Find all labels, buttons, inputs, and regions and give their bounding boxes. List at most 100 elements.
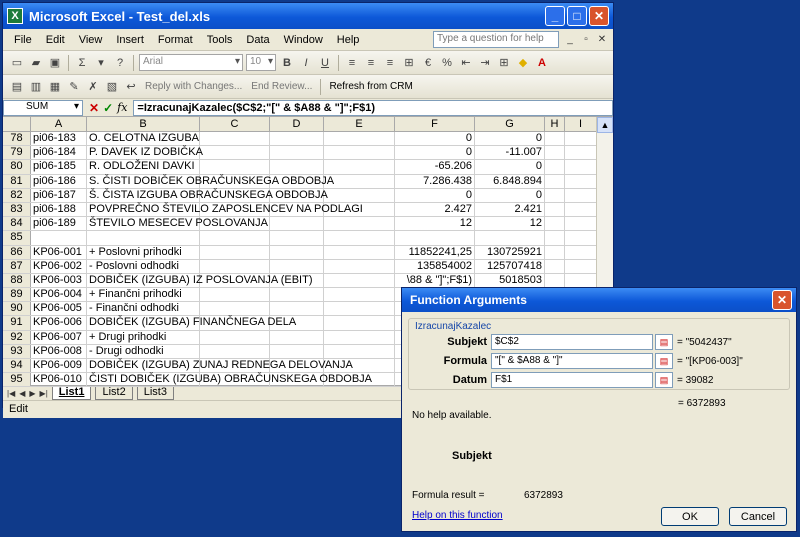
chevron-down-icon[interactable]: ▾	[93, 55, 109, 71]
cell-b[interactable]: - Finančni odhodki	[87, 302, 200, 316]
cell-b[interactable]: + Drugi prihodki	[87, 330, 200, 344]
cell-d[interactable]	[270, 259, 324, 273]
row-header[interactable]: 80	[3, 160, 31, 174]
enter-icon[interactable]: ✓	[103, 101, 113, 115]
reply-with-changes-button[interactable]: Reply with Changes...	[142, 81, 245, 92]
cell-i[interactable]	[565, 202, 597, 217]
borders-icon[interactable]: ⊞	[496, 55, 512, 71]
row-header[interactable]: 86	[3, 245, 31, 259]
help-icon[interactable]: ?	[112, 55, 128, 71]
column-header-c[interactable]: C	[200, 117, 270, 131]
cell-g[interactable]: 130725921	[475, 245, 545, 259]
cell-b[interactable]: Š. ČISTA IZGUBA OBRAČUNSKEGA OBDOBJA	[87, 188, 328, 202]
cell-a[interactable]: KP06-009	[31, 359, 87, 373]
menu-insert[interactable]: Insert	[109, 34, 151, 46]
tab-list1[interactable]: List1	[51, 386, 92, 400]
formula-input[interactable]: =IzracunajKazalec($C$2;"[" & $A88 & "]";…	[133, 99, 613, 116]
row-header[interactable]: 91	[3, 316, 31, 330]
cell-c[interactable]	[200, 146, 270, 160]
cell-a[interactable]: KP06-010	[31, 373, 87, 387]
cell-b[interactable]	[87, 231, 200, 245]
cell-a[interactable]: KP06-006	[31, 316, 87, 330]
cell-i[interactable]	[565, 146, 597, 160]
help-link[interactable]: Help on this function	[412, 510, 503, 521]
cell-e[interactable]	[324, 302, 395, 316]
cell-a[interactable]: pi06-189	[31, 217, 87, 231]
cell-a[interactable]: KP06-005	[31, 302, 87, 316]
menu-help[interactable]: Help	[330, 34, 367, 46]
reply-icon[interactable]: ↩	[123, 79, 139, 95]
cell-d[interactable]	[270, 344, 324, 358]
row-header[interactable]: 87	[3, 259, 31, 273]
cell-i[interactable]	[565, 160, 597, 174]
cell-f[interactable]: -65.206	[395, 160, 475, 174]
currency-icon[interactable]: €	[420, 55, 436, 71]
cell-d[interactable]	[270, 132, 324, 146]
cell-a[interactable]: pi06-184	[31, 146, 87, 160]
row-header[interactable]: 78	[3, 132, 31, 146]
row-header[interactable]: 90	[3, 302, 31, 316]
column-header-d[interactable]: D	[270, 117, 324, 131]
new-icon[interactable]: ▭	[9, 55, 25, 71]
row-header[interactable]: 85	[3, 231, 31, 245]
collapse-dialog-icon[interactable]: ▤	[655, 353, 673, 369]
cell-d[interactable]	[270, 245, 324, 259]
cell-f[interactable]: 12	[395, 217, 475, 231]
cell-e[interactable]	[324, 231, 395, 245]
cell-g[interactable]: 6.848.894	[475, 174, 545, 188]
menu-view[interactable]: View	[72, 34, 110, 46]
cell-a[interactable]: pi06-185	[31, 160, 87, 174]
close-button[interactable]: ✕	[589, 6, 609, 26]
cell-a[interactable]	[31, 231, 87, 245]
column-header-g[interactable]: G	[475, 117, 545, 131]
name-box[interactable]: SUM	[3, 99, 83, 116]
next-sheet-icon[interactable]: ▶	[29, 389, 35, 398]
cell-i[interactable]	[565, 245, 597, 259]
maximize-button[interactable]: □	[567, 6, 587, 26]
dialog-close-button[interactable]: ✕	[772, 290, 792, 310]
cell-a[interactable]: KP06-003	[31, 273, 87, 288]
cell-e[interactable]	[324, 316, 395, 330]
end-review-button[interactable]: End Review...	[248, 81, 315, 92]
edit-comment-icon[interactable]: ✎	[66, 79, 82, 95]
first-sheet-icon[interactable]: |◀	[7, 389, 15, 398]
ok-button[interactable]: OK	[661, 507, 719, 526]
cell-g[interactable]: 0	[475, 160, 545, 174]
cell-h[interactable]	[545, 202, 565, 217]
underline-icon[interactable]: U	[317, 55, 333, 71]
align-right-icon[interactable]: ≡	[382, 55, 398, 71]
row-header[interactable]: 94	[3, 359, 31, 373]
cell-d[interactable]	[270, 231, 324, 245]
row-header[interactable]: 88	[3, 273, 31, 288]
percent-icon[interactable]: %	[439, 55, 455, 71]
cell-i[interactable]	[565, 188, 597, 202]
cell-g[interactable]: 2.421	[475, 202, 545, 217]
cell-b[interactable]: - Drugi odhodki	[87, 344, 200, 358]
cell-c[interactable]	[200, 132, 270, 146]
prev-sheet-icon[interactable]: ◀	[19, 389, 25, 398]
row-header[interactable]: 92	[3, 330, 31, 344]
cell-g[interactable]: 125707418	[475, 259, 545, 273]
row-header[interactable]: 84	[3, 217, 31, 231]
row-header[interactable]: 81	[3, 174, 31, 188]
refresh-from-crm-button[interactable]: Refresh from CRM	[326, 81, 415, 92]
column-header-a[interactable]: A	[31, 117, 87, 131]
bold-icon[interactable]: B	[279, 55, 295, 71]
cell-b[interactable]: - Poslovni odhodki	[87, 259, 200, 273]
cell-e[interactable]	[324, 188, 395, 202]
cell-i[interactable]	[565, 231, 597, 245]
column-header-f[interactable]: F	[395, 117, 475, 131]
row-header[interactable]: 95	[3, 373, 31, 387]
cell-d[interactable]	[270, 160, 324, 174]
cell-f[interactable]	[395, 231, 475, 245]
row-header[interactable]: 83	[3, 202, 31, 217]
cell-e[interactable]	[324, 259, 395, 273]
cell-e[interactable]	[324, 146, 395, 160]
cell-g[interactable]	[475, 231, 545, 245]
cell-a[interactable]: KP06-004	[31, 288, 87, 302]
cell-h[interactable]	[545, 217, 565, 231]
cell-b[interactable]: ŠTEVILO MESECEV POSLOVANJA	[87, 217, 268, 231]
cell-d[interactable]	[270, 146, 324, 160]
align-center-icon[interactable]: ≡	[363, 55, 379, 71]
cell-c[interactable]	[200, 259, 270, 273]
